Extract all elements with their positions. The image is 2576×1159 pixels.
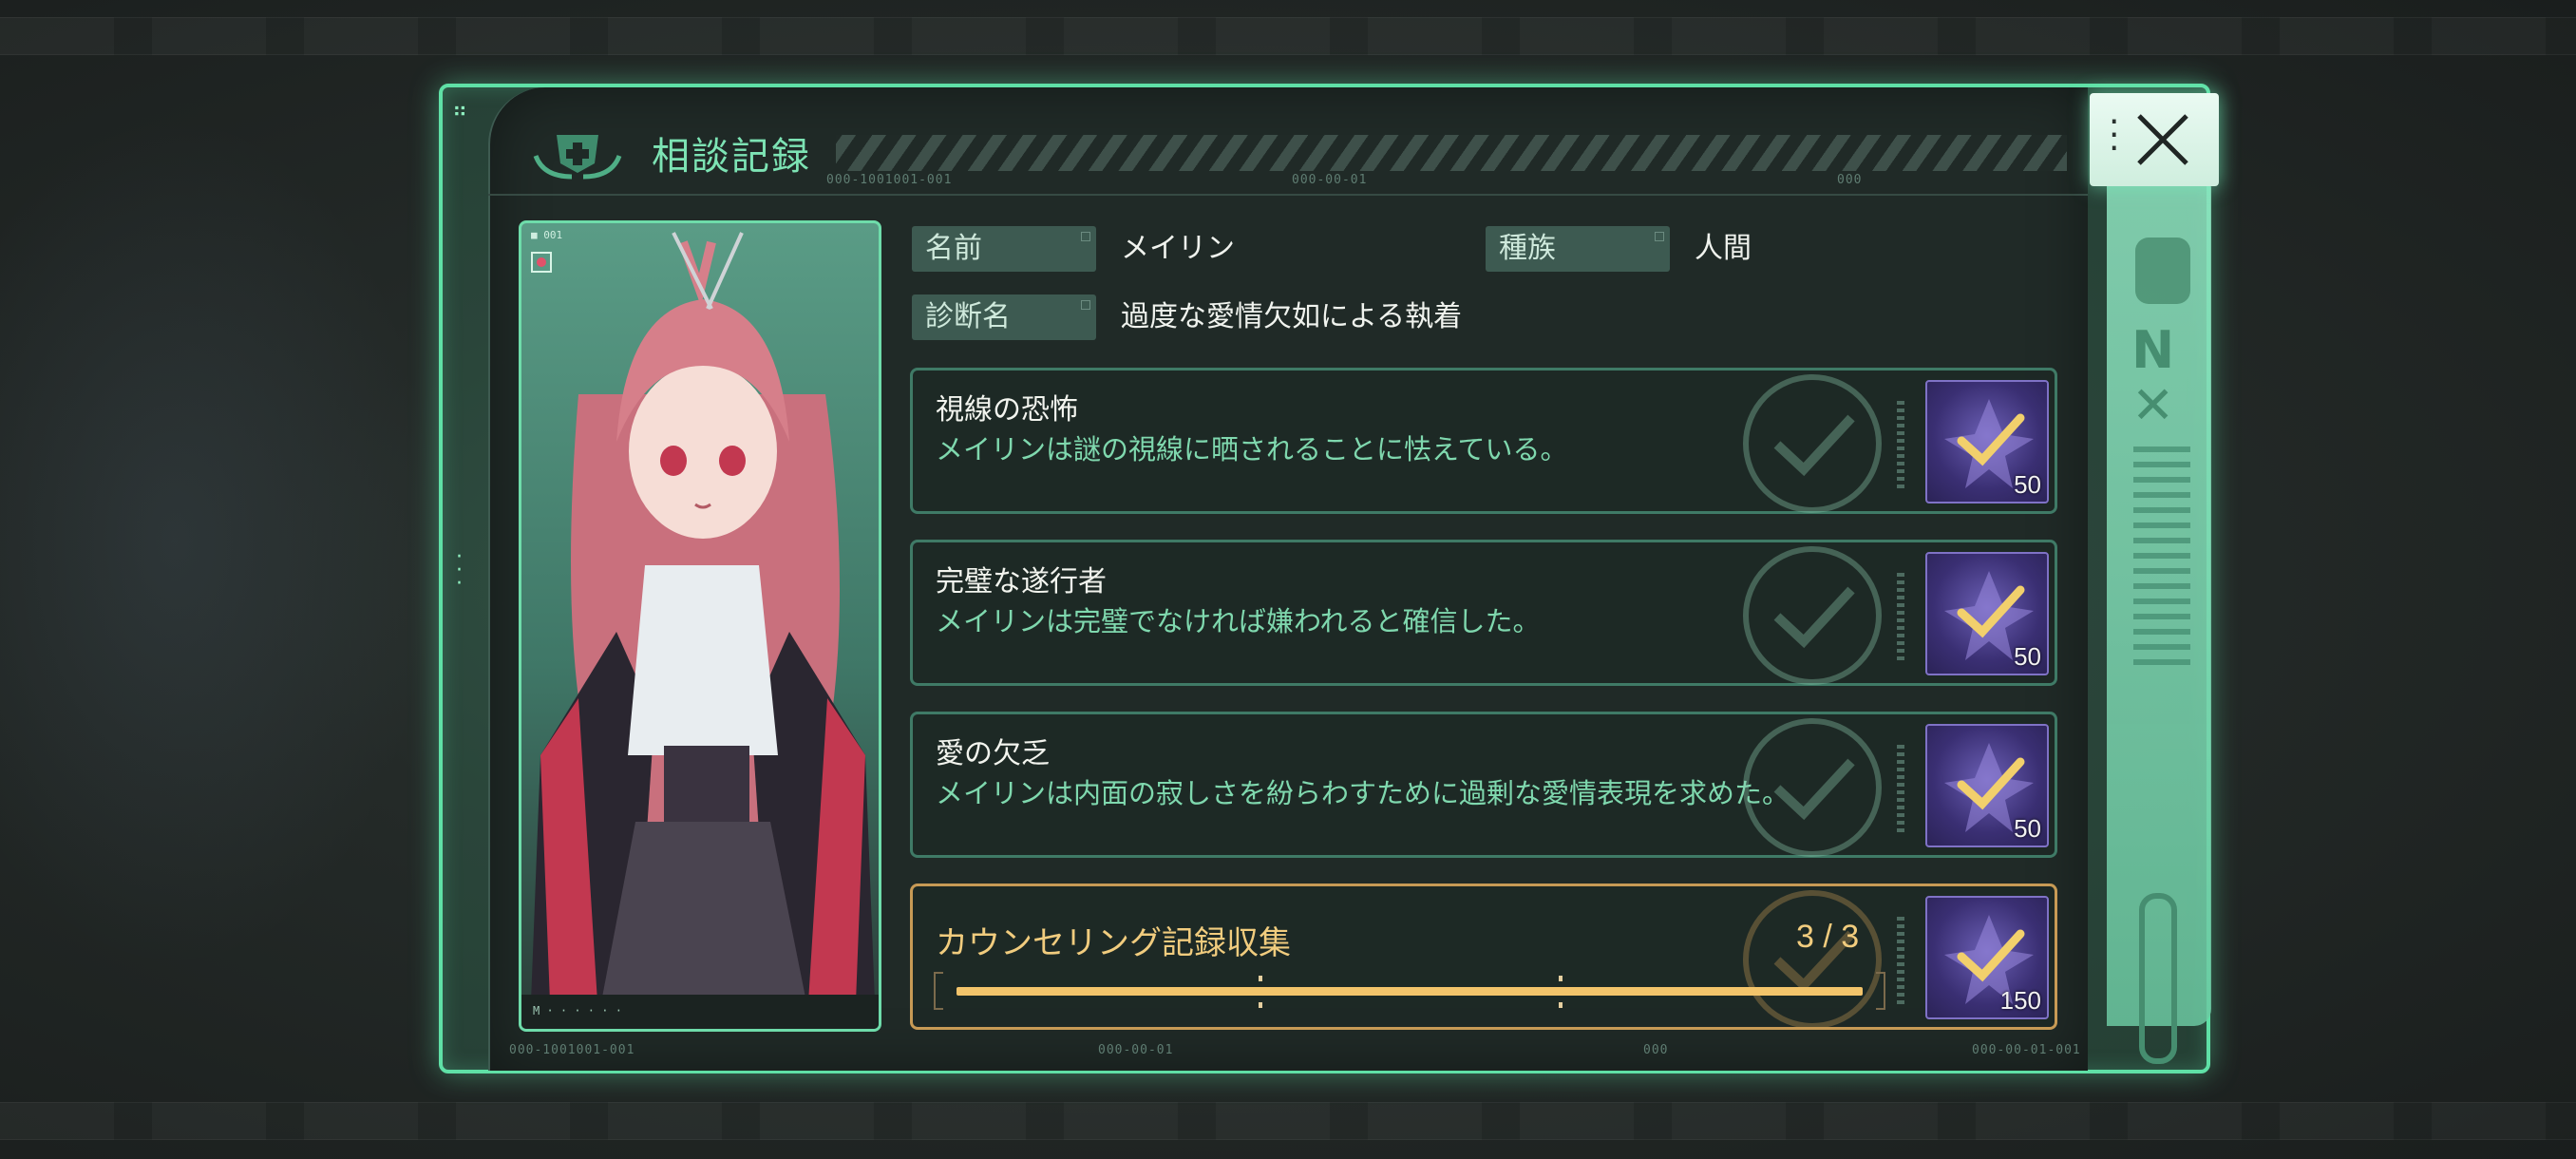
reward-item[interactable]: 150 <box>1925 896 2049 1019</box>
collection-progress-bar <box>934 972 1885 1010</box>
progress-tick <box>1559 1002 1563 1008</box>
reward-item[interactable]: 50 <box>1925 380 2049 504</box>
reward-item[interactable]: 50 <box>1925 552 2049 675</box>
record-bar-decoration <box>1897 569 1904 660</box>
close-button[interactable]: · · · <box>2090 93 2219 186</box>
portrait-footer: M · · · · · · <box>521 995 879 1029</box>
record-title: 視線の恐怖 <box>936 393 1078 427</box>
character-illustration <box>531 232 875 1002</box>
footer-code-2: 000-00-01 <box>1098 1043 1174 1057</box>
frame-corner-dots: ⠶ <box>452 99 470 123</box>
close-icon <box>2137 114 2188 165</box>
record-description: メイリンは内面の寂しさを紛らわすために過剰な愛情表現を求めた。 <box>936 777 1790 809</box>
record-title: 愛の欠乏 <box>936 737 1050 770</box>
collection-progress-count: 3 / 3 <box>1796 919 1860 955</box>
side-logo-icon: N ✕ <box>2131 320 2175 435</box>
header-code-2: 000-00-01 <box>1292 173 1368 187</box>
header-divider <box>488 194 2088 196</box>
progress-tick <box>1259 1002 1262 1008</box>
completed-checkmark-icon <box>1743 374 1882 513</box>
name-value: メイリン <box>1121 232 1235 265</box>
header-code-1: 000-1001001-001 <box>826 173 953 187</box>
collection-progress-card[interactable]: カウンセリング記録収集 3 / 3 150 <box>910 884 2057 1030</box>
page-title: 相談記録 <box>652 135 811 179</box>
completed-checkmark-icon <box>1743 890 1882 1029</box>
kebab-menu-icon: · · · <box>2109 103 2120 168</box>
footer-code-4: 000-00-01-001 <box>1972 1043 2081 1057</box>
progress-fill <box>957 987 1863 996</box>
reward-count: 150 <box>1999 986 2041 1015</box>
collection-title: カウンセリング記録収集 <box>936 924 1291 962</box>
record-item[interactable]: 視線の恐怖 メイリンは謎の視線に晒されることに怯えている。 50 <box>910 368 2057 514</box>
character-portrait: ■ 001 M · · · · · · <box>519 220 881 1032</box>
progress-bracket-right <box>1876 972 1885 1010</box>
reward-count: 50 <box>2014 814 2041 843</box>
footer-code-1: 000-1001001-001 <box>509 1043 635 1057</box>
frame-side-dots: · · · <box>456 545 463 596</box>
diagnosis-label: 診断名 <box>912 294 1096 340</box>
record-bar-decoration <box>1897 741 1904 832</box>
progress-tick <box>1259 976 1262 981</box>
progress-tick <box>1559 976 1563 981</box>
side-code-capsule <box>2139 893 2177 1064</box>
footer-code-3: 000 <box>1643 1043 1669 1057</box>
header-emblem-icon <box>533 135 622 180</box>
record-description: メイリンは完璧でなければ嫌われると確信した。 <box>936 605 1541 637</box>
side-decoration-tab: N ✕ <box>2107 171 2211 1064</box>
record-bar-decoration <box>1897 397 1904 488</box>
reward-item[interactable]: 50 <box>1925 724 2049 847</box>
diagnosis-value: 過度な愛情欠如による執着 <box>1121 300 1463 333</box>
record-bar-decoration <box>1897 913 1904 1004</box>
record-item[interactable]: 完璧な遂行者 メイリンは完璧でなければ嫌われると確信した。 50 <box>910 540 2057 686</box>
record-item[interactable]: 愛の欠乏 メイリンは内面の寂しさを紛らわすために過剰な愛情表現を求めた。 50 <box>910 712 2057 858</box>
reward-count: 50 <box>2014 642 2041 671</box>
portrait-footer-logo: M · · · · · · <box>533 1004 622 1017</box>
completed-checkmark-icon <box>1743 718 1882 857</box>
background-strip-top <box>0 17 2576 55</box>
record-title: 完璧な遂行者 <box>936 565 1107 598</box>
side-emblem-icon <box>2135 238 2190 304</box>
race-value: 人間 <box>1695 232 1752 265</box>
progress-bracket-left <box>934 972 943 1010</box>
record-description: メイリンは謎の視線に晒されることに怯えている。 <box>936 433 1568 466</box>
race-label: 種族 <box>1486 226 1670 272</box>
name-label: 名前 <box>912 226 1096 272</box>
header-hatch-bar <box>836 135 2067 171</box>
completed-checkmark-icon <box>1743 546 1882 685</box>
side-fine-print <box>2133 437 2190 665</box>
background-glow <box>0 114 437 969</box>
header-code-3: 000 <box>1837 173 1863 187</box>
reward-count: 50 <box>2014 470 2041 499</box>
background-strip-bottom <box>0 1102 2576 1140</box>
